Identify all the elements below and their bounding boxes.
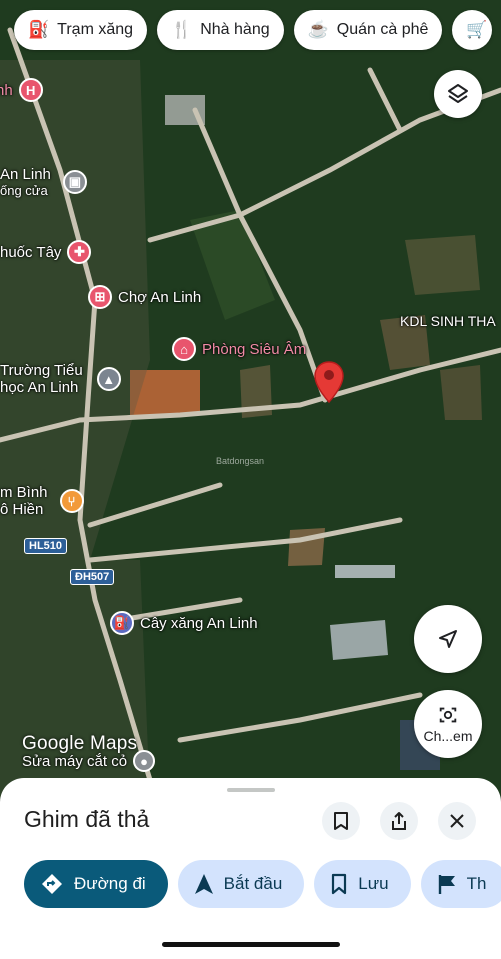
store-icon: ▣ [62,170,87,194]
flag-icon [438,875,455,894]
poi-school[interactable]: Trường Tiểu học An Linh ▲ [0,362,121,396]
category-chips: ⛽ Trạm xăng 🍴 Nhà hàng ☕ Quán cà phê 🛒 [14,10,492,50]
directions-button[interactable]: Đường đi [24,860,168,908]
poi-food-sub: ô Hiền [0,501,44,518]
chip-restaurant-label: Nhà hàng [200,21,270,38]
road-label-dh507: ĐH507 [70,569,115,585]
save-button[interactable]: Lưu [314,860,411,908]
poi-market[interactable]: ⊞ Chợ An Linh [88,285,201,309]
restaurant-icon: 🍴 [171,20,193,39]
dropped-pin-icon[interactable] [313,360,345,404]
chip-coffee-label: Quán cà phê [336,21,429,38]
poi-school-sub: học An Linh [0,379,79,396]
poi-pharmacy-label: huốc Tây [0,243,62,261]
pharmacy-icon: ✚ [67,240,92,264]
poi-clinic[interactable]: ⌂ Phòng Siêu Âm [172,337,306,361]
hospital-icon: H [18,78,43,102]
coffee-icon: ☕ [307,20,329,39]
map-imagery [0,0,501,800]
share-button[interactable] [380,802,418,840]
chip-shopping[interactable]: 🛒 [452,10,492,50]
chip-coffee[interactable]: ☕ Quán cà phê [293,10,443,50]
label-button[interactable]: Th [420,860,501,908]
satellite-map[interactable]: HL510 ĐH507 nh H An Linh ống cửa ▣ huốc … [0,0,501,800]
poi-hospital-label: nh [0,81,13,99]
share-icon [392,812,406,830]
sheet-title: Ghim đã thả [24,806,150,832]
gas-station-icon: ⛽ [110,611,134,635]
home-indicator [162,942,340,947]
directions-label: Đường đi [74,874,146,893]
poi-clinic-label: Phòng Siêu Âm [202,340,307,358]
action-row: Đường đi Bắt đầu Lưu Th [24,860,501,908]
directions-icon [42,874,62,894]
label-label: Th [466,874,487,893]
poi-pharmacy[interactable]: huốc Tây ✚ [0,240,92,264]
shopping-cart-icon: ⊞ [88,285,112,309]
start-label: Bắt đầu [223,874,283,893]
medical-icon: ⌂ [172,337,196,361]
chip-restaurant[interactable]: 🍴 Nhà hàng [157,10,284,50]
layers-button[interactable] [434,70,482,118]
lens-search-button[interactable]: Ch...em [414,690,482,758]
poi-school-label: Trường Tiểu [0,362,83,379]
road-label-hl510: HL510 [24,538,68,554]
lens-search-label: Ch...em [423,728,473,744]
bookmark-icon [334,812,348,830]
save-label: Lưu [358,874,389,893]
poi-an-linh-sub: ống cửa [0,183,48,198]
school-icon: ▲ [96,367,121,391]
layers-icon [448,84,468,103]
poi-eco-resort-label: KDL SINH THA [400,313,496,329]
fork-knife-icon: ⑂ [59,489,84,513]
shopping-cart-icon: 🛒 [466,20,488,39]
camera-search-icon [439,707,457,723]
poi-gas-station[interactable]: ⛽ Cây xăng An Linh [110,611,258,635]
poi-market-label: Chợ An Linh [118,288,202,306]
watermark: Batdongsan [216,456,265,466]
poi-food[interactable]: m Bình ô Hiền ⑂ [0,484,84,518]
drag-handle[interactable] [227,788,275,792]
poi-food-label: m Bình [0,484,48,501]
poi-mower-repair-label: Sửa máy cắt cỏ [22,752,128,770]
place-bottom-sheet[interactable]: Ghim đã thả Đường đi Bắt đầu Lưu Th [0,778,501,959]
poi-eco-resort[interactable]: KDL SINH THA [400,313,496,329]
poi-hospital[interactable]: nh H [0,78,43,102]
start-button[interactable]: Bắt đầu [177,860,305,908]
poi-an-linh-label: An Linh [0,166,51,183]
navigation-arrow-icon [194,874,213,894]
chip-gas-station[interactable]: ⛽ Trạm xăng [14,10,148,50]
bookmark-icon [332,873,347,895]
poi-an-linh[interactable]: An Linh ống cửa ▣ [0,166,87,198]
close-icon [450,814,464,828]
poi-gas-station-label: Cây xăng An Linh [140,614,258,632]
gas-station-icon: ⛽ [28,20,50,39]
google-maps-wordmark: Google Maps [22,733,138,754]
chip-gas-station-label: Trạm xăng [57,21,134,38]
my-location-button[interactable] [414,605,482,673]
navigation-arrow-icon [439,630,457,648]
save-bookmark-button[interactable] [322,802,360,840]
close-button[interactable] [438,802,476,840]
